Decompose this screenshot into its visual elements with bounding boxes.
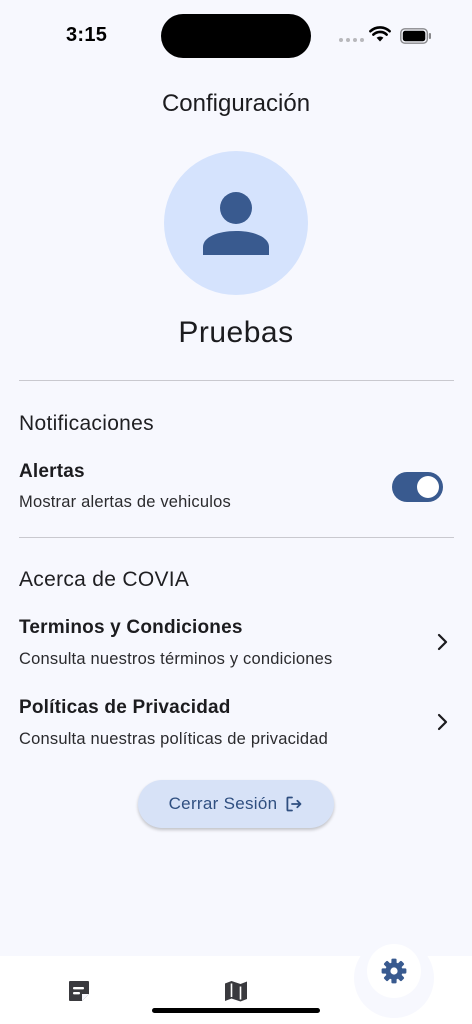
alerts-toggle[interactable] (392, 472, 443, 502)
person-icon (203, 192, 269, 255)
privacy-title: Políticas de Privacidad (19, 697, 231, 718)
section-title-notifications: Notificaciones (19, 412, 154, 435)
chevron-right-icon (437, 713, 448, 731)
terms-title: Terminos y Condiciones (19, 617, 243, 638)
divider (19, 537, 454, 538)
alerts-subtitle: Mostrar alertas de vehiculos (19, 493, 231, 511)
avatar (164, 151, 308, 295)
nav-settings-gear-icon[interactable] (380, 957, 408, 985)
battery-icon (400, 28, 431, 44)
logout-icon (286, 796, 302, 812)
dynamic-island (161, 14, 311, 58)
nav-notes-icon[interactable] (66, 978, 92, 1004)
toggle-knob (417, 476, 439, 498)
home-indicator (152, 1008, 320, 1013)
divider (19, 380, 454, 381)
wifi-icon (369, 26, 391, 42)
alerts-title: Alertas (19, 461, 85, 482)
privacy-subtitle: Consulta nuestras políticas de privacida… (19, 730, 329, 748)
status-time: 3:15 (66, 24, 108, 46)
logout-label: Cerrar Sesión (168, 794, 278, 813)
user-name: Pruebas (178, 316, 294, 349)
page-title: Configuración (161, 90, 311, 117)
terms-subtitle: Consulta nuestros términos y condiciones (19, 650, 333, 668)
nav-map-icon[interactable] (223, 978, 249, 1004)
section-title-about: Acerca de COVIA (19, 568, 190, 591)
chevron-right-icon (437, 633, 448, 651)
status-bar: 3:15 (0, 0, 472, 72)
logout-button[interactable]: Cerrar Sesión (138, 780, 334, 828)
signal-icon (339, 38, 364, 42)
